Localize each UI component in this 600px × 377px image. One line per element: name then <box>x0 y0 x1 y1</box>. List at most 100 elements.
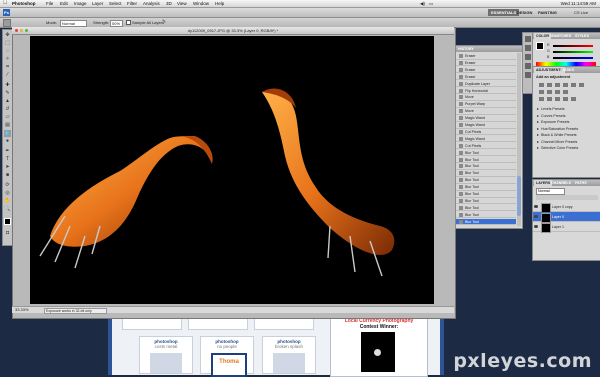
disclosure-triangle-icon[interactable] <box>537 121 539 124</box>
status-info[interactable]: Exposure works in 32-bit only <box>44 308 107 314</box>
curves-icon[interactable] <box>555 83 560 87</box>
3d-rotate-tool-icon[interactable]: ⟳ <box>4 182 11 189</box>
mode-select[interactable]: Normal <box>60 20 87 27</box>
photo-filter-icon[interactable] <box>555 90 560 94</box>
strength-field[interactable]: 50% <box>110 20 123 27</box>
tab-channels[interactable]: CHANNELS <box>551 180 571 186</box>
menu-file[interactable]: File <box>46 0 53 7</box>
brush-tool-icon[interactable]: ✎ <box>4 90 11 97</box>
tab-layers[interactable]: LAYERS <box>534 180 553 186</box>
red-slider[interactable] <box>553 45 593 47</box>
history-item[interactable]: Blur Tool <box>456 170 516 177</box>
hand-tool-icon[interactable]: ✋ <box>4 198 11 205</box>
disclosure-triangle-icon[interactable] <box>537 134 539 137</box>
adjustment-preset-item[interactable]: Channel Mixer Presets <box>537 140 599 146</box>
color-balance-icon[interactable] <box>539 90 544 94</box>
quick-mask-icon[interactable]: ◘ <box>4 230 11 237</box>
history-item[interactable]: Magic Wand <box>456 115 516 122</box>
history-item[interactable]: Eraser <box>456 67 516 74</box>
history-item[interactable]: Blur Tool <box>456 198 516 205</box>
menu-help[interactable]: Help <box>215 0 224 7</box>
menubar-clock[interactable]: Wed 11:14:59 AM <box>561 0 596 7</box>
clone-stamp-tool-icon[interactable]: ▲ <box>4 98 11 105</box>
move-tool-icon[interactable]: ✥ <box>4 32 11 39</box>
levels-icon[interactable] <box>547 83 552 87</box>
3d-orbit-tool-icon[interactable]: ◎ <box>4 190 11 197</box>
adjustment-preset-item[interactable]: Exposure Presets <box>537 120 599 126</box>
history-item[interactable]: Blur Tool <box>456 163 516 170</box>
history-item[interactable]: Eraser <box>456 60 516 67</box>
marquee-tool-icon[interactable]: ⬚ <box>4 40 11 47</box>
blur-tool-icon[interactable]: 💧 <box>4 130 11 137</box>
webpage-thumbnail[interactable]: photoshop costs metal <box>139 336 193 374</box>
layer-row[interactable]: Layer 0 copy <box>533 202 600 213</box>
black-white-icon[interactable] <box>547 90 552 94</box>
blur-tool-preset-icon[interactable] <box>3 19 11 27</box>
lasso-tool-icon[interactable]: ◌ <box>4 48 11 55</box>
menu-image[interactable]: Image <box>74 0 87 7</box>
path-selection-tool-icon[interactable]: ➤ <box>4 164 11 171</box>
disclosure-triangle-icon[interactable] <box>537 140 539 143</box>
green-slider[interactable] <box>553 51 593 53</box>
contest-winner-box[interactable]: Local Currency Photography Contest Winne… <box>330 315 428 377</box>
type-tool-icon[interactable]: T <box>4 156 11 163</box>
exposure-icon[interactable] <box>563 83 568 87</box>
tab-masks[interactable]: MASKS <box>561 67 574 73</box>
history-panel-title[interactable]: HISTORY <box>456 46 522 52</box>
gradient-map-icon[interactable] <box>563 97 568 101</box>
history-item[interactable]: Cut Pixels <box>456 129 516 136</box>
history-item[interactable]: Purpet Warp <box>456 101 516 108</box>
history-item[interactable]: Magic Wand <box>456 136 516 143</box>
menu-select[interactable]: Select <box>109 0 122 7</box>
shape-tool-icon[interactable]: ■ <box>4 172 11 179</box>
document-canvas[interactable] <box>30 36 434 304</box>
hue-saturation-icon[interactable] <box>579 83 584 87</box>
menu-analysis[interactable]: Analysis <box>143 0 160 7</box>
history-item[interactable]: Eraser <box>456 53 516 60</box>
color-foreground-swatch[interactable] <box>536 42 544 50</box>
menu-view[interactable]: View <box>177 0 187 7</box>
history-item[interactable]: Blur Tool <box>456 205 516 212</box>
cs-live-button[interactable]: CS Live <box>574 9 588 16</box>
dock-swatches-icon[interactable] <box>525 45 531 51</box>
visibility-eye-icon[interactable] <box>534 205 538 208</box>
webpage-thumbnail[interactable]: photoshop no people Thoma <box>200 336 254 377</box>
crop-tool-icon[interactable]: ⌗ <box>4 64 11 71</box>
disclosure-triangle-icon[interactable] <box>537 108 539 111</box>
webpage-thumbnail[interactable]: photoshop broken splash <box>262 336 316 374</box>
history-item[interactable]: Blur Tool <box>456 150 516 157</box>
visibility-eye-icon[interactable] <box>534 225 538 228</box>
history-item[interactable]: Duplicate Layer <box>456 81 516 88</box>
volume-icon[interactable]: ◀) <box>420 1 425 7</box>
history-item[interactable]: Blur Tool <box>456 177 516 184</box>
dock-actions-icon[interactable] <box>525 63 531 69</box>
posterize-icon[interactable] <box>547 97 552 101</box>
history-item[interactable]: Eraser <box>456 74 516 81</box>
menu-layer[interactable]: Layer <box>92 0 103 7</box>
history-item[interactable]: Magic Wand <box>456 122 516 129</box>
history-item[interactable]: Blur Tool <box>456 212 516 219</box>
brightness-icon[interactable] <box>539 83 544 87</box>
menu-filter[interactable]: Filter <box>127 0 137 7</box>
disclosure-triangle-icon[interactable] <box>537 147 539 150</box>
app-menu[interactable]: Photoshop <box>12 0 36 7</box>
history-item[interactable]: Blur Tool <box>456 191 516 198</box>
close-window-icon[interactable] <box>15 29 18 32</box>
history-item[interactable]: Blur Tool <box>456 157 516 163</box>
zoom-level[interactable]: 33.33% <box>15 307 29 313</box>
adjustment-preset-item[interactable]: Black & White Presets <box>537 133 599 139</box>
menu-3d[interactable]: 3D <box>166 0 172 7</box>
adjustment-preset-item[interactable]: Selective Color Presets <box>537 146 599 152</box>
battery-icon[interactable]: ▭ <box>429 1 433 7</box>
document-title-bar[interactable]: dy112009_0917.JPG @ 33.3% (Layer 0, RGB/… <box>12 27 454 35</box>
history-item[interactable]: Cut Pixels <box>456 143 516 150</box>
threshold-icon[interactable] <box>555 97 560 101</box>
magic-wand-tool-icon[interactable]: ✧ <box>4 56 11 63</box>
adjustment-preset-item[interactable]: Levels Presets <box>537 107 599 113</box>
workspace-painting-button[interactable]: PAINTING <box>535 9 560 16</box>
tab-styles[interactable]: STYLES <box>575 33 589 39</box>
history-brush-tool-icon[interactable]: ↺ <box>4 106 11 113</box>
zoom-tool-icon[interactable]: 🔍 <box>4 206 11 213</box>
blend-mode-select[interactable]: Normal <box>536 188 565 195</box>
vibrance-icon[interactable] <box>571 83 576 87</box>
